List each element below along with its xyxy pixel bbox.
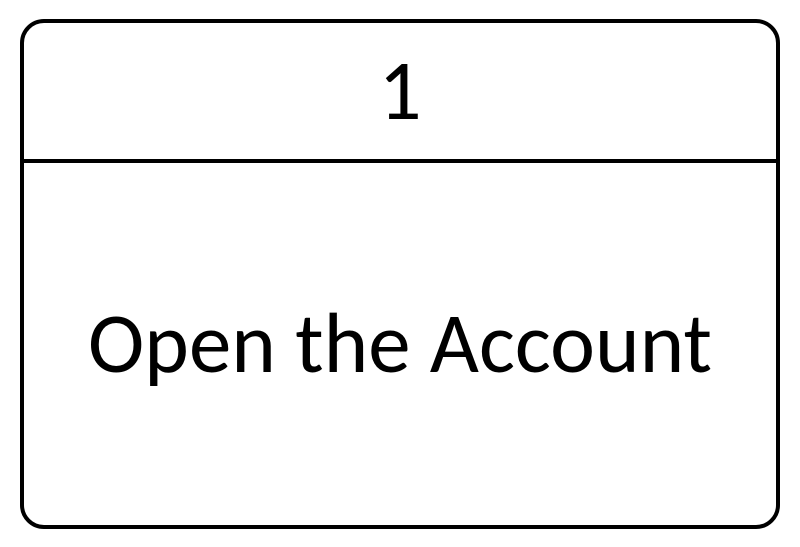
step-title: Open the Account	[88, 297, 712, 391]
step-number: 1	[378, 48, 421, 133]
step-card-header: 1	[24, 23, 776, 163]
step-card-body: Open the Account	[24, 163, 776, 525]
step-card: 1 Open the Account	[20, 19, 780, 529]
